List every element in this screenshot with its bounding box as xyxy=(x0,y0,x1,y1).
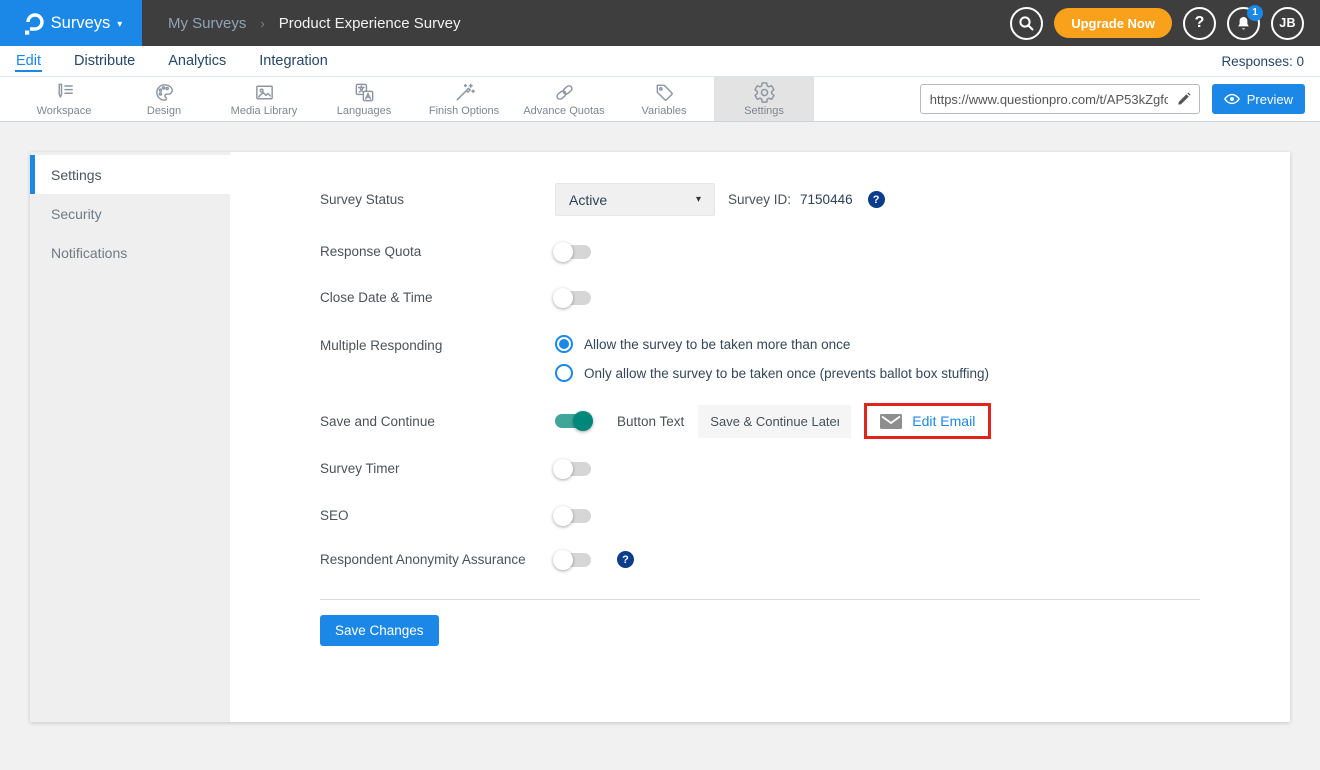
preview-button[interactable]: Preview xyxy=(1212,84,1305,114)
multiple-responding-row: Multiple Responding Allow the survey to … xyxy=(320,335,1200,382)
multiple-responding-options: Allow the survey to be taken more than o… xyxy=(555,335,1200,382)
survey-timer-toggle[interactable] xyxy=(555,462,591,476)
toolbar-item-finish-options[interactable]: Finish Options xyxy=(414,77,514,121)
tab-distribute[interactable]: Distribute xyxy=(73,49,136,73)
settings-card: Settings Security Notifications Survey S… xyxy=(30,152,1290,722)
avatar-initials: JB xyxy=(1279,16,1296,30)
edit-email-highlight-box: Edit Email xyxy=(864,403,991,439)
caret-down-icon: ▾ xyxy=(696,194,701,205)
edit-toolbar: Workspace Design Media Library Languages… xyxy=(0,77,1320,122)
breadcrumb: My Surveys › Product Experience Survey xyxy=(168,15,460,32)
respondent-anonymity-help-icon[interactable]: ? xyxy=(617,551,634,568)
tab-edit[interactable]: Edit xyxy=(15,49,42,73)
radio-allow-multiple[interactable]: Allow the survey to be taken more than o… xyxy=(555,335,1200,353)
breadcrumb-survey-title: Product Experience Survey xyxy=(279,15,461,32)
upgrade-now-button[interactable]: Upgrade Now xyxy=(1054,8,1172,38)
respondent-anonymity-label: Respondent Anonymity Assurance xyxy=(320,552,555,567)
edit-url-pencil-icon[interactable] xyxy=(1174,92,1199,107)
save-and-continue-label: Save and Continue xyxy=(320,414,555,429)
edit-email-link[interactable]: Edit Email xyxy=(912,413,975,429)
breadcrumb-my-surveys[interactable]: My Surveys xyxy=(168,15,246,32)
toolbar-item-advance-quotas[interactable]: Advance Quotas xyxy=(514,77,614,121)
seo-row: SEO xyxy=(320,508,1200,523)
settings-main: Survey Status Active ▾ Survey ID: 715044… xyxy=(230,152,1290,722)
chain-link-icon xyxy=(553,81,576,104)
magic-wand-icon xyxy=(453,81,476,104)
close-date-toggle[interactable] xyxy=(555,291,591,305)
survey-url-input[interactable] xyxy=(921,92,1174,107)
sidebar-item-security[interactable]: Security xyxy=(30,194,230,233)
toolbar-item-settings[interactable]: Settings xyxy=(714,77,814,121)
questionpro-logo-icon xyxy=(20,10,44,36)
question-mark-icon: ? xyxy=(1195,14,1205,32)
translate-icon xyxy=(353,81,376,104)
tab-analytics[interactable]: Analytics xyxy=(167,49,227,73)
radio-selected-icon xyxy=(555,335,573,353)
survey-timer-label: Survey Timer xyxy=(320,461,555,476)
sidebar-item-settings[interactable]: Settings xyxy=(30,155,230,194)
toolbar-item-languages[interactable]: Languages xyxy=(314,77,414,121)
topbar-actions: Upgrade Now ? 1 JB xyxy=(1010,7,1320,40)
survey-timer-row: Survey Timer xyxy=(320,461,1200,476)
section-tabs: Edit Distribute Analytics Integration Re… xyxy=(0,46,1320,77)
close-date-row: Close Date & Time xyxy=(320,290,1200,305)
gear-icon xyxy=(753,81,776,104)
seo-toggle[interactable] xyxy=(555,509,591,523)
palette-icon xyxy=(153,81,176,104)
settings-sidebar: Settings Security Notifications xyxy=(30,152,230,722)
button-text-label: Button Text xyxy=(617,414,684,429)
seo-label: SEO xyxy=(320,508,555,523)
chevron-right-icon: › xyxy=(260,16,264,31)
page-background: Settings Security Notifications Survey S… xyxy=(0,122,1320,770)
search-button[interactable] xyxy=(1010,7,1043,40)
caret-down-icon: ▾ xyxy=(117,19,122,30)
bottom-divider xyxy=(320,599,1200,600)
survey-id-help-icon[interactable]: ? xyxy=(868,191,885,208)
surveys-menu[interactable]: Surveys ▾ xyxy=(0,0,142,46)
envelope-icon xyxy=(880,414,902,429)
survey-status-label: Survey Status xyxy=(320,192,555,207)
survey-id-value: 7150446 xyxy=(800,192,853,207)
respondent-anonymity-row: Respondent Anonymity Assurance ? xyxy=(320,551,1200,568)
toolbar-item-design[interactable]: Design xyxy=(114,77,214,121)
tag-icon xyxy=(653,81,676,104)
toolbar-right: Preview xyxy=(920,77,1320,121)
eye-icon xyxy=(1224,93,1240,105)
radio-unselected-icon xyxy=(555,364,573,382)
surveys-menu-label: Surveys xyxy=(51,14,111,33)
survey-status-value: Active xyxy=(569,192,607,208)
multiple-responding-label: Multiple Responding xyxy=(320,338,555,353)
workspace-icon xyxy=(53,81,76,104)
toolbar-item-workspace[interactable]: Workspace xyxy=(14,77,114,121)
top-bar: Surveys ▾ My Surveys › Product Experienc… xyxy=(0,0,1320,46)
survey-id-label: Survey ID: xyxy=(728,192,791,207)
toolbar-item-media-library[interactable]: Media Library xyxy=(214,77,314,121)
search-icon xyxy=(1018,15,1035,32)
help-button[interactable]: ? xyxy=(1183,7,1216,40)
image-icon xyxy=(253,81,276,104)
tab-integration[interactable]: Integration xyxy=(258,49,329,73)
response-quota-row: Response Quota xyxy=(320,244,1200,259)
responses-count: Responses: 0 xyxy=(1221,54,1320,69)
notifications-button[interactable]: 1 xyxy=(1227,7,1260,40)
response-quota-toggle[interactable] xyxy=(555,245,591,259)
notification-count-badge: 1 xyxy=(1247,5,1263,21)
response-quota-label: Response Quota xyxy=(320,244,555,259)
radio-allow-once[interactable]: Only allow the survey to be taken once (… xyxy=(555,364,1200,382)
save-and-continue-row: Save and Continue Button Text Edit Email xyxy=(320,403,1200,439)
user-avatar[interactable]: JB xyxy=(1271,7,1304,40)
toolbar-item-variables[interactable]: Variables xyxy=(614,77,714,121)
sidebar-item-notifications[interactable]: Notifications xyxy=(30,233,230,272)
survey-status-row: Survey Status Active ▾ Survey ID: 715044… xyxy=(320,183,1200,216)
close-date-label: Close Date & Time xyxy=(320,290,555,305)
survey-status-select[interactable]: Active ▾ xyxy=(555,183,715,216)
button-text-input[interactable] xyxy=(698,405,851,438)
save-and-continue-toggle[interactable] xyxy=(555,414,591,428)
survey-url-box xyxy=(920,84,1200,114)
respondent-anonymity-toggle[interactable] xyxy=(555,553,591,567)
save-changes-button[interactable]: Save Changes xyxy=(320,615,439,646)
